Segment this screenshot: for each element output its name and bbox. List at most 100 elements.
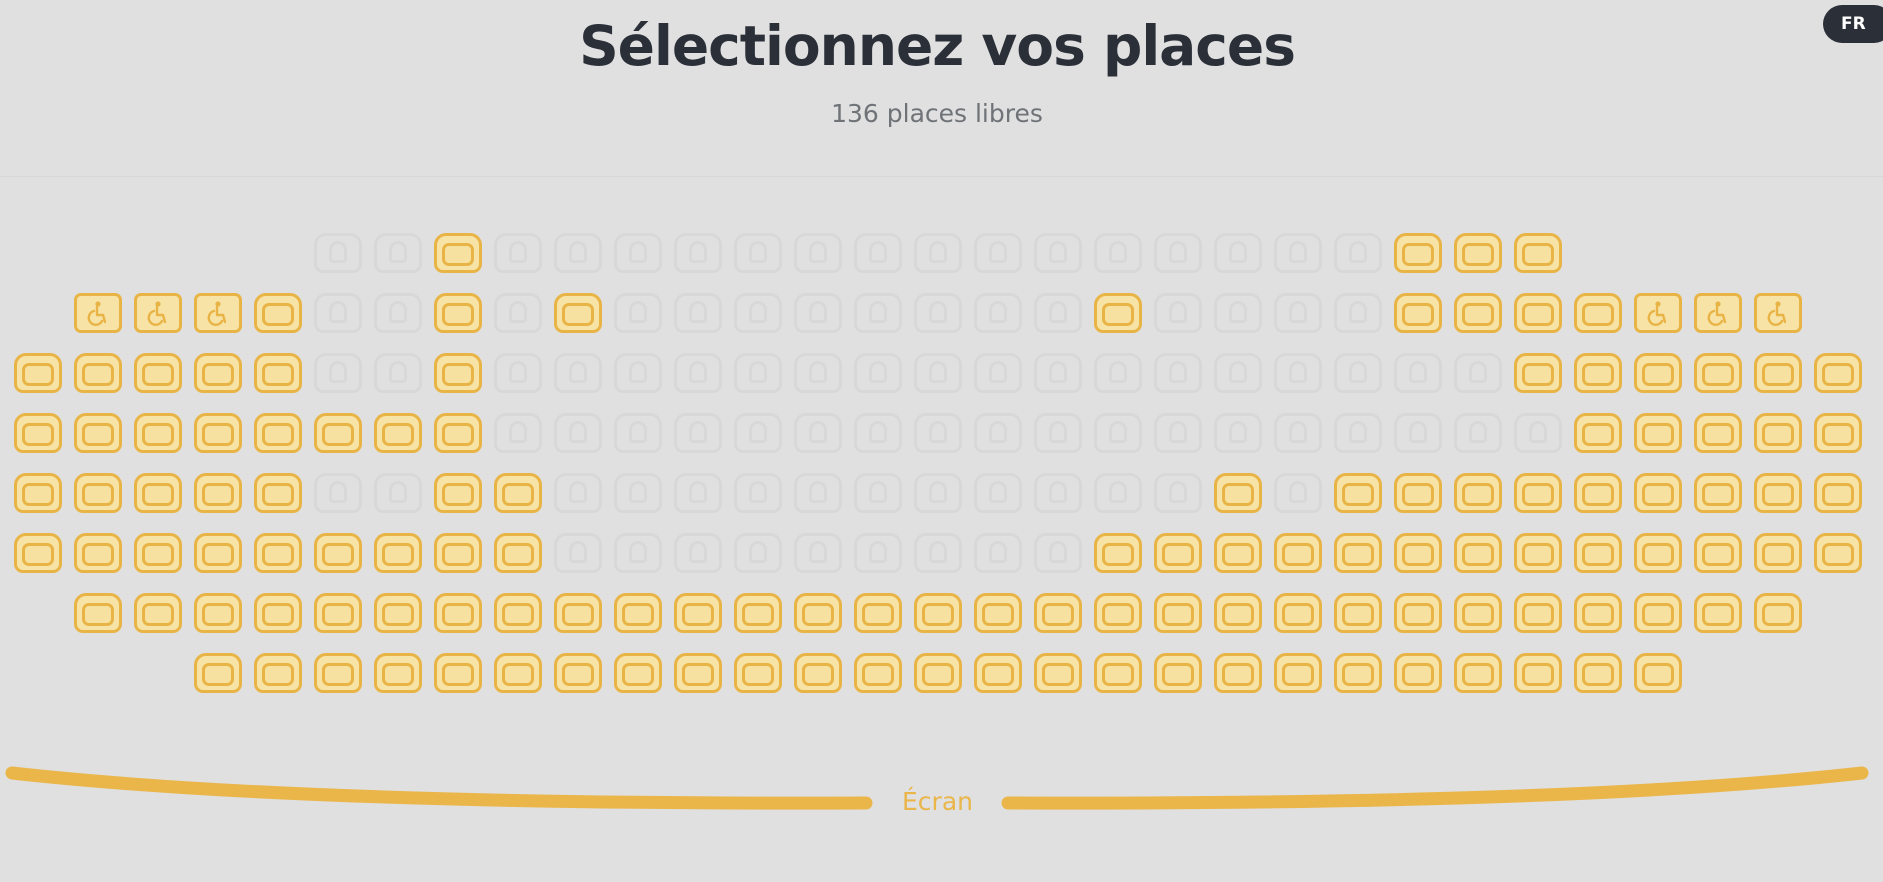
seat-wheelchair[interactable] xyxy=(1753,293,1803,333)
seat-available[interactable] xyxy=(1333,533,1383,573)
seat-available[interactable] xyxy=(1813,533,1863,573)
seat-available[interactable] xyxy=(1453,533,1503,573)
seat-available[interactable] xyxy=(1633,473,1683,513)
seat-available[interactable] xyxy=(1753,533,1803,573)
seat-available[interactable] xyxy=(1693,353,1743,393)
seat-available[interactable] xyxy=(973,593,1023,633)
seat-available[interactable] xyxy=(313,593,363,633)
seat-available[interactable] xyxy=(1573,353,1623,393)
seat-available[interactable] xyxy=(1813,473,1863,513)
seat-available[interactable] xyxy=(1213,593,1263,633)
seat-available[interactable] xyxy=(1693,593,1743,633)
seat-available[interactable] xyxy=(1513,293,1563,333)
seat-available[interactable] xyxy=(253,413,303,453)
seat-available[interactable] xyxy=(613,653,663,693)
seat-available[interactable] xyxy=(1093,653,1143,693)
seat-available[interactable] xyxy=(193,473,243,513)
seat-available[interactable] xyxy=(553,293,603,333)
seat-available[interactable] xyxy=(1273,533,1323,573)
seat-available[interactable] xyxy=(433,293,483,333)
seat-available[interactable] xyxy=(13,473,63,513)
seat-available[interactable] xyxy=(373,653,423,693)
seat-available[interactable] xyxy=(1693,533,1743,573)
seat-available[interactable] xyxy=(553,593,603,633)
seat-available[interactable] xyxy=(1513,593,1563,633)
seat-available[interactable] xyxy=(73,413,123,453)
seat-available[interactable] xyxy=(973,653,1023,693)
seat-available[interactable] xyxy=(1693,473,1743,513)
seat-available[interactable] xyxy=(1753,593,1803,633)
seat-available[interactable] xyxy=(1453,593,1503,633)
seat-available[interactable] xyxy=(193,533,243,573)
seat-available[interactable] xyxy=(193,413,243,453)
seat-available[interactable] xyxy=(1453,293,1503,333)
seat-available[interactable] xyxy=(1453,233,1503,273)
seat-available[interactable] xyxy=(793,653,843,693)
seat-available[interactable] xyxy=(193,653,243,693)
seat-wheelchair[interactable] xyxy=(193,293,243,333)
seat-available[interactable] xyxy=(1573,293,1623,333)
seat-available[interactable] xyxy=(1633,653,1683,693)
seat-available[interactable] xyxy=(1333,473,1383,513)
seat-available[interactable] xyxy=(313,533,363,573)
seat-available[interactable] xyxy=(1693,413,1743,453)
seat-available[interactable] xyxy=(613,593,663,633)
seat-available[interactable] xyxy=(193,353,243,393)
seat-available[interactable] xyxy=(133,533,183,573)
seat-available[interactable] xyxy=(433,233,483,273)
seat-available[interactable] xyxy=(133,593,183,633)
seat-available[interactable] xyxy=(913,593,963,633)
seat-available[interactable] xyxy=(493,473,543,513)
seat-available[interactable] xyxy=(253,353,303,393)
seat-available[interactable] xyxy=(493,533,543,573)
seat-wheelchair[interactable] xyxy=(1693,293,1743,333)
seat-available[interactable] xyxy=(1573,593,1623,633)
seat-available[interactable] xyxy=(133,413,183,453)
seat-available[interactable] xyxy=(433,473,483,513)
seat-wheelchair[interactable] xyxy=(1633,293,1683,333)
seat-available[interactable] xyxy=(1753,353,1803,393)
seat-available[interactable] xyxy=(193,593,243,633)
seat-wheelchair[interactable] xyxy=(73,293,123,333)
seat-available[interactable] xyxy=(253,533,303,573)
seat-available[interactable] xyxy=(1393,233,1443,273)
seat-available[interactable] xyxy=(1033,593,1083,633)
seat-available[interactable] xyxy=(13,353,63,393)
seat-available[interactable] xyxy=(73,593,123,633)
seat-available[interactable] xyxy=(373,593,423,633)
seat-available[interactable] xyxy=(1153,593,1203,633)
seat-available[interactable] xyxy=(73,353,123,393)
seat-available[interactable] xyxy=(1633,413,1683,453)
seat-available[interactable] xyxy=(673,653,723,693)
seat-available[interactable] xyxy=(1813,353,1863,393)
seat-available[interactable] xyxy=(313,653,363,693)
seat-available[interactable] xyxy=(253,293,303,333)
seat-available[interactable] xyxy=(253,593,303,633)
seat-available[interactable] xyxy=(433,593,483,633)
seat-available[interactable] xyxy=(1513,473,1563,513)
seat-available[interactable] xyxy=(1093,593,1143,633)
seat-available[interactable] xyxy=(853,653,903,693)
seat-available[interactable] xyxy=(1453,473,1503,513)
seat-available[interactable] xyxy=(1333,593,1383,633)
seat-available[interactable] xyxy=(73,473,123,513)
seat-available[interactable] xyxy=(1393,533,1443,573)
seat-available[interactable] xyxy=(1573,473,1623,513)
seat-available[interactable] xyxy=(1213,653,1263,693)
seat-available[interactable] xyxy=(853,593,903,633)
seat-available[interactable] xyxy=(133,353,183,393)
seat-available[interactable] xyxy=(433,653,483,693)
seat-available[interactable] xyxy=(733,653,783,693)
seat-available[interactable] xyxy=(553,653,603,693)
seat-available[interactable] xyxy=(373,413,423,453)
seat-available[interactable] xyxy=(1153,653,1203,693)
seat-available[interactable] xyxy=(313,413,363,453)
seat-available[interactable] xyxy=(1093,533,1143,573)
seat-available[interactable] xyxy=(493,593,543,633)
seat-available[interactable] xyxy=(1393,473,1443,513)
seat-available[interactable] xyxy=(1513,233,1563,273)
seat-available[interactable] xyxy=(913,653,963,693)
seat-available[interactable] xyxy=(1513,533,1563,573)
seat-available[interactable] xyxy=(1213,473,1263,513)
seat-available[interactable] xyxy=(1153,533,1203,573)
